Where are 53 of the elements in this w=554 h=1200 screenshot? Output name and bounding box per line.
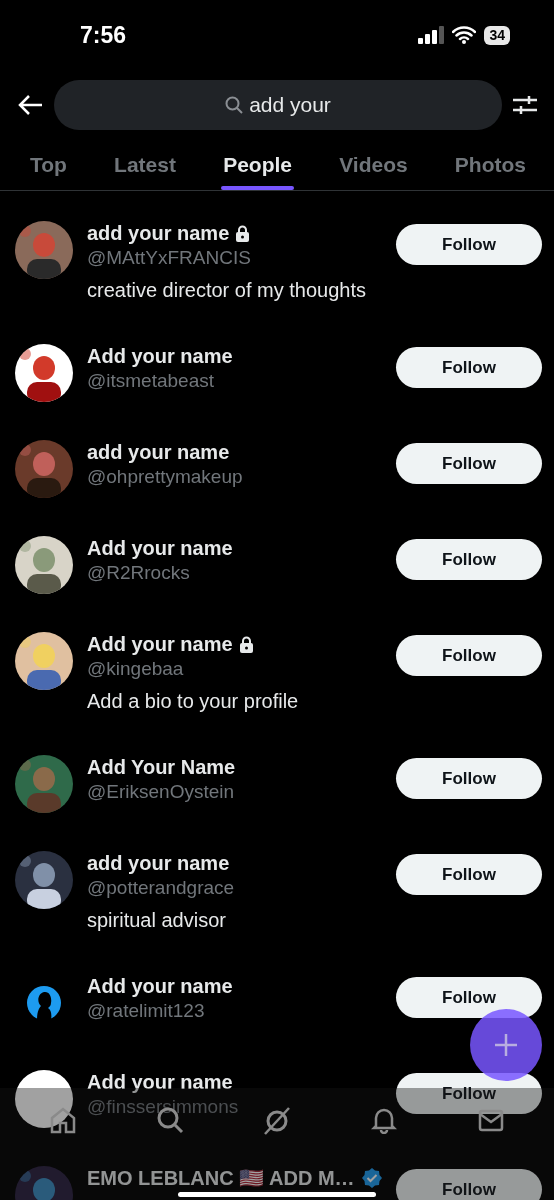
user-handle: @R2Rrocks [87,561,191,585]
wifi-icon [452,26,477,44]
search-icon [225,96,244,114]
battery-level: 34 [484,25,510,45]
follow-button[interactable]: Follow [396,224,542,265]
user-name: Add your name [87,344,233,368]
avatar-icon [15,1070,73,1128]
user-bio: creative director of my thoughts [87,278,367,303]
follow-button[interactable]: Follow [396,854,542,895]
user-name: Add your name [87,536,233,560]
user-handle: @ohprettymakeup [87,465,244,489]
user-handle: @EriksenOystein [87,780,236,804]
follow-button[interactable]: Follow [396,347,542,388]
follow-button[interactable]: Follow [396,977,542,1018]
user-name: add your name [87,851,230,875]
user-name: Add your name [87,632,233,656]
user-name: add your name [87,440,230,464]
home-icon[interactable] [49,1106,78,1134]
tab[interactable]: Videos [339,140,408,190]
user-handle: @ratelimit123 [87,999,206,1023]
user-handle: @kingebaa [87,657,185,681]
follow-button[interactable]: Follow [396,1169,542,1200]
bell-icon[interactable] [370,1106,399,1134]
user-name: Add Your Name [87,755,236,779]
follow-button[interactable]: Follow [396,635,542,676]
plus-icon [494,1033,518,1057]
back-arrow-icon[interactable] [18,94,44,116]
tab[interactable]: People [223,140,292,190]
follow-button[interactable]: Follow [396,1073,542,1114]
status-time: 7:56 [80,21,127,49]
tab[interactable]: Photos [454,140,526,190]
user-bio: Add a bio to your profile [87,689,300,714]
user-name: Add your name [87,974,233,998]
user-name: Add your name [87,1070,233,1094]
tab[interactable]: Top [30,140,67,190]
search-field[interactable]: add your [54,80,502,130]
user-handle: @finssersimmons [87,1095,240,1119]
lock-icon [235,224,251,242]
user-name: EMO LEBLANC 🇺🇸 ADD M… [87,1166,355,1190]
user-handle: @MAttYxFRANCIS [87,246,252,270]
follow-button[interactable]: Follow [396,539,542,580]
user-handle: @itsmetabeast [87,369,215,393]
user-handle: @potterandgrace [87,876,236,900]
follow-button[interactable]: Follow [396,443,542,484]
user-bio: spiritual advisor [87,908,227,933]
slashed-circle-icon[interactable] [261,1106,292,1136]
tab[interactable]: Latest [114,140,176,190]
follow-button[interactable]: Follow [396,758,542,799]
lock-icon [238,635,254,653]
filter-sliders-icon[interactable] [512,94,538,116]
signal-icon [418,26,445,44]
verified-icon [360,1167,383,1189]
user-name: add your name [87,221,230,245]
